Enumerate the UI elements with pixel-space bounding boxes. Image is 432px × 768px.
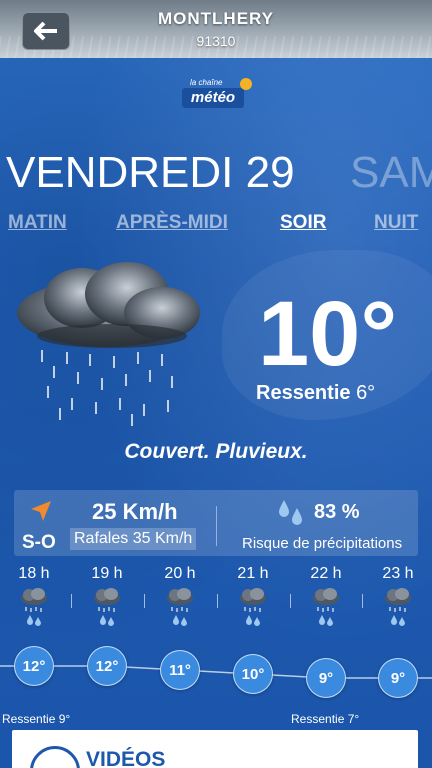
videos-card[interactable]: VIDÉOS (12, 730, 418, 768)
precipitation-label: Risque de précipitations (242, 535, 403, 552)
wind-gusts: Rafales 35 Km/h (70, 528, 197, 550)
cloud-rain-icon (17, 262, 200, 426)
current-temperature: 10° (258, 283, 398, 385)
hour-separator (216, 594, 218, 608)
videos-title: VIDÉOS (86, 748, 166, 768)
logo-main-text: météo (182, 88, 244, 108)
tab-nuit[interactable]: NUIT (374, 212, 418, 234)
wind-direction-arrow-icon (31, 501, 51, 521)
hour-separator (143, 594, 145, 608)
city-name: MONTLHERY (157, 9, 275, 28)
hour-label: 20 h (164, 565, 196, 582)
hour-temperature-bubble: 12° (87, 646, 127, 686)
hour-separator (362, 594, 363, 608)
cloud-rain-small-icon (313, 588, 339, 626)
feels-like-label: Ressentie (256, 382, 351, 404)
tab-apres-midi[interactable]: APRÈS-MIDI (116, 212, 228, 234)
logo-small-text: la chaîne (190, 78, 223, 87)
hour-temperature-bubble: 9° (378, 658, 418, 698)
play-icon (30, 746, 80, 768)
cloud-rain-small-icon (240, 588, 266, 626)
raindrops-icon (279, 500, 302, 525)
hourly-feels-like: Ressentie 7° (291, 712, 360, 726)
feels-like-value: 6° (356, 382, 376, 404)
feels-like: Ressentie 6° (256, 382, 375, 405)
hour-label: 22 h (310, 565, 342, 582)
tab-matin[interactable]: MATIN (8, 212, 67, 234)
day-title: VENDREDI 29 (6, 148, 295, 197)
wind-direction: S-O (22, 532, 56, 553)
cloud-rain-small-icon (167, 588, 193, 626)
hour-label: 19 h (91, 565, 123, 582)
lachainemeteo-logo: la chaîne météo (182, 78, 252, 110)
hour-temperature-bubble: 9° (306, 658, 346, 698)
precipitation-percent: 83 % (314, 501, 360, 523)
wind-speed: 25 Km/h (92, 499, 178, 524)
hourly-temperature-line (0, 665, 432, 679)
panel-divider (216, 506, 217, 546)
hour-temperature-bubble: 10° (233, 654, 273, 694)
hour-label: 18 h (18, 565, 50, 582)
hour-temperature-bubble: 12° (14, 646, 54, 686)
hour-separator (289, 594, 291, 608)
hourly-feels-like: Ressentie 9° (2, 712, 71, 726)
cloud-rain-small-icon (21, 588, 47, 626)
hour-separator (70, 594, 72, 608)
tab-soir[interactable]: SOIR (280, 212, 326, 234)
weather-condition: Couvert. Pluvieux. (124, 440, 308, 463)
cloud-rain-small-icon (385, 588, 411, 626)
hour-label: 21 h (237, 565, 269, 582)
cloud-rain-small-icon (94, 588, 120, 626)
temperature-trend-line (0, 665, 432, 679)
postcode: 91310 (196, 33, 236, 49)
logo-sun-icon (240, 78, 252, 90)
next-day-title[interactable]: SAM (350, 148, 432, 198)
hour-label: 23 h (382, 565, 414, 582)
hour-temperature-bubble: 11° (160, 650, 200, 690)
